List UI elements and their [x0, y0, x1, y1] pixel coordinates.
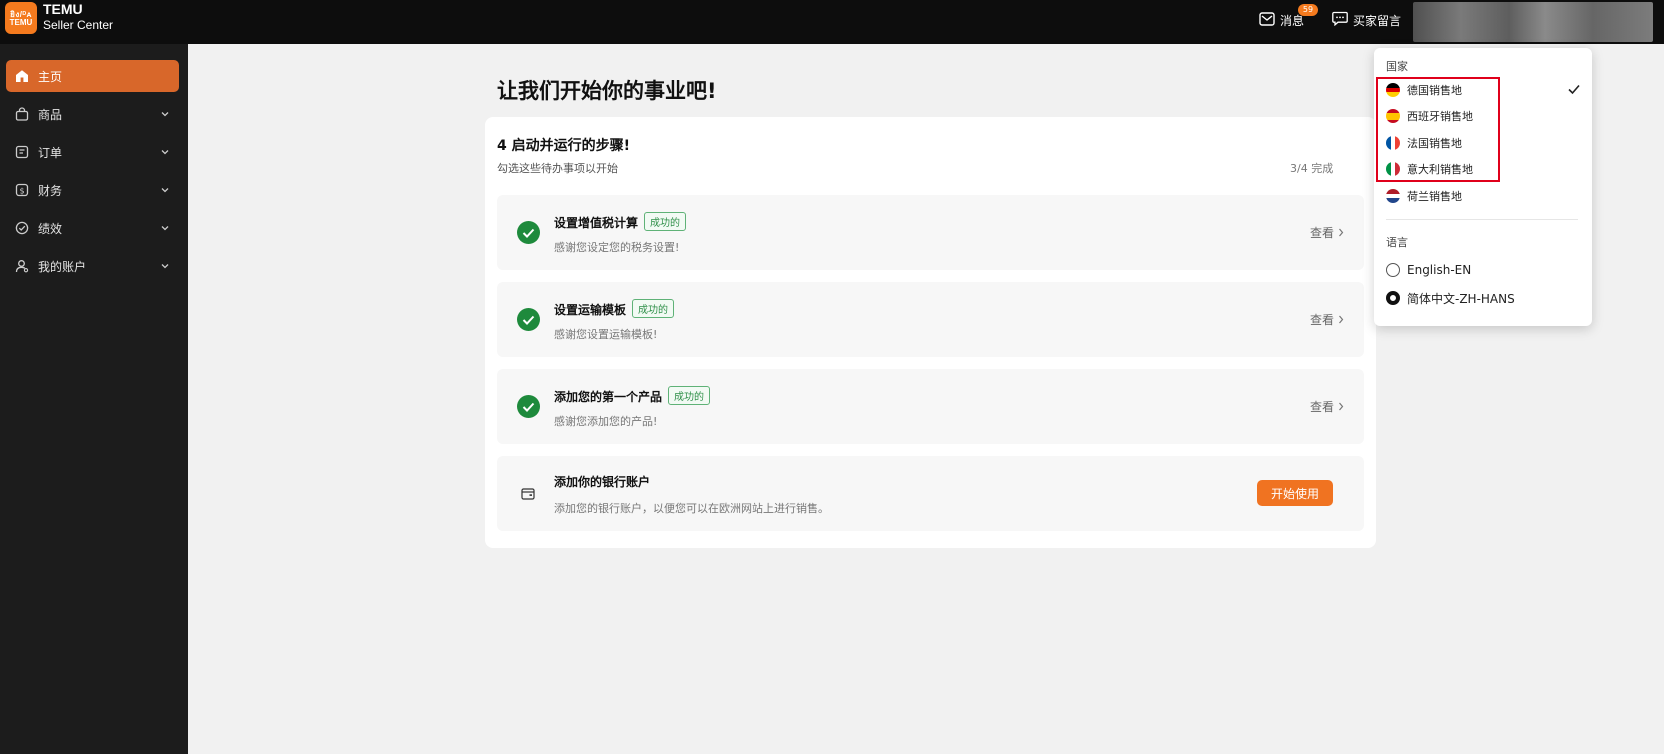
svg-text:$: $ [19, 186, 24, 195]
logo-line-2: TEMU [9, 18, 33, 27]
chevron-right-icon [1338, 400, 1344, 414]
sidebar-item-label: 绩效 [38, 221, 63, 236]
buyer-messages-button[interactable]: 买家留言 [1332, 10, 1401, 30]
status-badge: 成功的 [632, 299, 675, 318]
country-header: 国家 [1386, 60, 1408, 73]
page-title: 让我们开始你的事业吧! [497, 79, 717, 103]
messages-button[interactable]: 消息 [1259, 10, 1304, 30]
home-icon [14, 68, 30, 84]
chevron-right-icon [1338, 226, 1344, 240]
card-title: 4 启动并运行的步骤! [497, 138, 630, 154]
top-bar: ยิง/ᴰᴀ TEMU TEMU Seller Center 消息 59 买家留… [0, 0, 1664, 44]
step-description: 添加您的银行账户，以便您可以在欧洲网站上进行销售。 [554, 502, 829, 515]
wallet-icon [519, 486, 537, 502]
step-title: 设置增值税计算 成功的 [554, 212, 687, 231]
status-badge: 成功的 [644, 212, 687, 231]
sidebar-item-label: 商品 [38, 107, 63, 122]
sidebar-item-orders[interactable]: 订单 [6, 136, 179, 168]
view-link[interactable]: 查看 [1310, 224, 1344, 241]
step-first-product[interactable]: 添加您的第一个产品 成功的 感谢您添加您的产品! 查看 [497, 369, 1364, 444]
highlight-box [1376, 77, 1500, 182]
sidebar-item-account[interactable]: 我的账户 [6, 250, 179, 282]
country-option-netherlands[interactable]: 荷兰销售地 [1386, 184, 1462, 208]
brand-name: TEMU [43, 1, 83, 17]
netherlands-flag-icon [1386, 189, 1400, 203]
order-icon [14, 144, 30, 160]
temu-logo[interactable]: ยิง/ᴰᴀ TEMU [5, 2, 37, 34]
bag-icon [14, 106, 30, 122]
view-link[interactable]: 查看 [1310, 398, 1344, 415]
sidebar-item-label: 我的账户 [38, 259, 87, 274]
performance-icon [14, 220, 30, 236]
progress-text: 3/4 完成 [1290, 162, 1334, 175]
brand-subtitle: Seller Center [43, 18, 114, 32]
chevron-down-icon [160, 261, 170, 271]
account-switcher[interactable] [1413, 2, 1653, 42]
radio-checked-icon [1386, 291, 1400, 305]
get-started-button[interactable]: 开始使用 [1257, 480, 1333, 506]
language-option-english[interactable]: English-EN [1386, 259, 1471, 281]
chat-icon [1332, 11, 1348, 29]
chevron-down-icon [160, 109, 170, 119]
sidebar: 主页 商品 订单 $ 财务 绩效 我的账户 [0, 44, 188, 754]
buyer-messages-label: 买家留言 [1353, 13, 1402, 28]
sidebar-item-label: 财务 [38, 183, 63, 198]
sidebar-item-performance[interactable]: 绩效 [6, 212, 179, 244]
status-badge: 成功的 [668, 386, 711, 405]
step-title: 设置运输模板 成功的 [554, 299, 675, 318]
step-description: 感谢您设置运输模板! [554, 328, 658, 341]
card-subtitle: 勾选这些待办事项以开始 [497, 162, 618, 175]
messages-badge: 59 [1298, 4, 1318, 16]
sidebar-item-home[interactable]: 主页 [6, 60, 179, 92]
sidebar-item-products[interactable]: 商品 [6, 98, 179, 130]
chevron-right-icon [1338, 313, 1344, 327]
check-circle-icon [517, 395, 540, 418]
user-icon [14, 258, 30, 274]
step-description: 感谢您添加您的产品! [554, 415, 658, 428]
language-option-chinese[interactable]: 简体中文-ZH-HANS [1386, 287, 1515, 309]
language-header: 语言 [1386, 236, 1408, 249]
step-shipping[interactable]: 设置运输模板 成功的 感谢您设置运输模板! 查看 [497, 282, 1364, 357]
check-circle-icon [517, 308, 540, 331]
radio-unchecked-icon [1386, 263, 1400, 277]
dropdown-divider [1386, 219, 1578, 220]
step-description: 感谢您设定您的税务设置! [554, 241, 680, 254]
step-bank-account: 添加你的银行账户 添加您的银行账户，以便您可以在欧洲网站上进行销售。 开始使用 [497, 456, 1364, 531]
sidebar-item-label: 订单 [38, 145, 63, 160]
sidebar-item-finance[interactable]: $ 财务 [6, 174, 179, 206]
chevron-down-icon [160, 147, 170, 157]
chevron-down-icon [160, 223, 170, 233]
step-vat[interactable]: 设置增值税计算 成功的 感谢您设定您的税务设置! 查看 [497, 195, 1364, 270]
step-title: 添加您的第一个产品 成功的 [554, 386, 711, 405]
chevron-down-icon [160, 185, 170, 195]
mail-icon [1259, 11, 1275, 29]
checkmark-icon [1568, 84, 1580, 95]
view-link[interactable]: 查看 [1310, 311, 1344, 328]
sidebar-item-label: 主页 [38, 69, 63, 84]
dollar-icon: $ [14, 182, 30, 198]
step-title: 添加你的银行账户 [554, 475, 651, 489]
check-circle-icon [517, 221, 540, 244]
